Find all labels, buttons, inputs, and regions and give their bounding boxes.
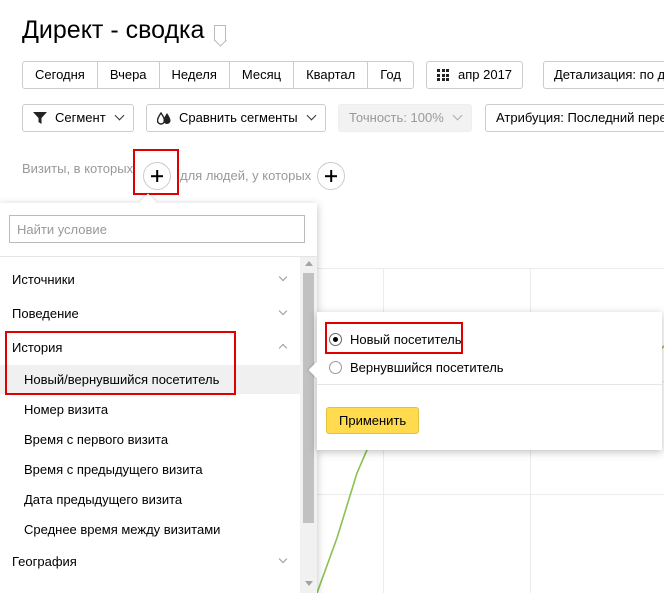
chevron-down-icon (278, 306, 288, 316)
visits-condition-label: Визиты, в которых (22, 161, 134, 176)
date-label: апр 2017 (458, 67, 513, 82)
bookmark-icon[interactable] (214, 24, 227, 41)
chevron-down-icon (278, 554, 288, 564)
period-month-button[interactable]: Месяц (230, 62, 295, 88)
condition-dropdown: Источники Поведение История Новый/вернув… (0, 203, 317, 593)
chevron-down-icon (306, 110, 317, 120)
category-geography[interactable]: География (12, 554, 77, 569)
chevron-up-icon (278, 343, 288, 353)
history-item-average-time[interactable]: Среднее время между визитами (24, 522, 220, 537)
drops-icon (157, 111, 171, 125)
page-title: Директ - сводка (22, 16, 205, 44)
period-today-button[interactable]: Сегодня (23, 62, 98, 88)
people-condition-label: для людей, у которых (180, 168, 312, 183)
history-item-time-since-previous[interactable]: Время с предыдущего визита (24, 462, 203, 477)
highlight-box (5, 331, 236, 395)
chevron-down-icon (114, 110, 125, 120)
accuracy-button: Точность: 100% (338, 104, 472, 132)
segment-button[interactable]: Сегмент (22, 104, 134, 132)
date-picker-button[interactable]: апр 2017 (426, 61, 524, 89)
page-title-row: Директ - сводка (22, 16, 227, 45)
highlight-box (325, 322, 463, 354)
history-item-previous-date[interactable]: Дата предыдущего визита (24, 492, 182, 507)
radio-unselected-icon (329, 361, 342, 374)
add-people-condition-button[interactable] (317, 162, 345, 190)
highlight-box (133, 149, 179, 195)
attribution-button[interactable]: Атрибуция: Последний перех (485, 104, 664, 132)
period-quarter-button[interactable]: Квартал (294, 62, 369, 88)
chevron-down-icon (452, 110, 463, 120)
detail-label: Детализация: по д (554, 67, 664, 82)
category-sources[interactable]: Источники (12, 272, 75, 287)
period-yesterday-button[interactable]: Вчера (98, 62, 160, 88)
period-selector: Сегодня Вчера Неделя Месяц Квартал Год (22, 61, 414, 89)
accuracy-label: Точность: 100% (349, 110, 444, 125)
radio-label: Вернувшийся посетитель (350, 360, 504, 375)
compare-segments-button[interactable]: Сравнить сегменты (146, 104, 326, 132)
divider (317, 384, 662, 385)
history-item-time-since-first[interactable]: Время с первого визита (24, 432, 168, 447)
scroll-up-arrow-icon[interactable] (305, 261, 313, 266)
divider (0, 256, 317, 257)
visitor-type-popover: Новый посетитель Вернувшийся посетитель … (317, 312, 662, 450)
period-week-button[interactable]: Неделя (160, 62, 230, 88)
segment-label: Сегмент (55, 110, 106, 125)
filter-icon (33, 112, 47, 124)
calendar-grid-icon (437, 69, 449, 81)
compare-label: Сравнить сегменты (179, 110, 298, 125)
category-behavior[interactable]: Поведение (12, 306, 79, 321)
scroll-down-arrow-icon[interactable] (305, 581, 313, 586)
chevron-down-icon (278, 272, 288, 282)
history-item-visit-number[interactable]: Номер визита (24, 402, 108, 417)
detail-button[interactable]: Детализация: по д (543, 61, 664, 89)
apply-button[interactable]: Применить (326, 407, 420, 434)
attribution-label: Атрибуция: Последний перех (496, 110, 664, 125)
scrollbar-thumb[interactable] (303, 273, 314, 523)
period-year-button[interactable]: Год (368, 62, 413, 88)
radio-returning-visitor[interactable]: Вернувшийся посетитель (329, 360, 504, 375)
condition-search-input[interactable] (9, 215, 305, 243)
